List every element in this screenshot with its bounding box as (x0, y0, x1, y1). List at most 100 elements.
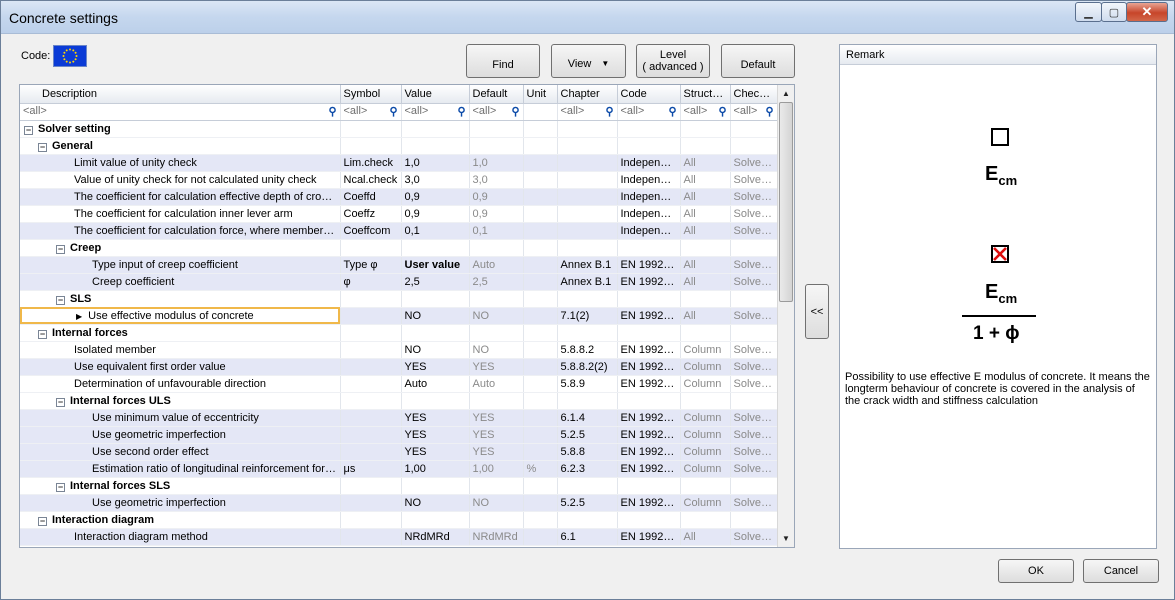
check-cell[interactable]: Solver ... (730, 494, 778, 512)
default-cell[interactable]: 3,0 (469, 171, 524, 189)
struct-cell[interactable]: All (680, 528, 731, 546)
table-row[interactable]: The coefficient for calculation force, w… (20, 222, 778, 240)
column-header-code[interactable]: Code (617, 85, 681, 104)
unit-cell[interactable] (523, 409, 558, 427)
value-cell[interactable]: NRdMRd (401, 528, 470, 546)
group-row[interactable]: − Internal forces (20, 324, 778, 342)
table-row[interactable]: Isolated member NO NO 5.8.8.2 EN 1992-1-1 Col… (20, 341, 778, 359)
value-cell[interactable]: YES (401, 358, 470, 376)
search-icon[interactable]: ⚲ (718, 105, 726, 118)
chapter-cell[interactable]: Annex B.1 (557, 273, 618, 291)
collapse-minus-icon[interactable]: − (38, 516, 47, 526)
check-cell[interactable]: Solver ... (730, 375, 778, 393)
group-row[interactable]: − General (20, 137, 778, 155)
check-cell[interactable]: Solver ... (730, 171, 778, 189)
symbol-cell[interactable] (340, 494, 402, 512)
struct-cell[interactable]: All (680, 307, 731, 325)
value-cell[interactable]: NO (401, 341, 470, 359)
table-row[interactable]: Interaction diagram method NRdMRd NRdMRd 6.… (20, 528, 778, 546)
check-cell[interactable]: Solver ... (730, 154, 778, 172)
group-row[interactable]: − Interaction diagram (20, 511, 778, 529)
description-cell[interactable]: Type input of creep coefficient (20, 256, 341, 274)
column-header-chapter[interactable]: Chapter (557, 85, 618, 104)
symbol-cell[interactable]: Lim.check (340, 154, 402, 172)
unit-cell[interactable] (523, 341, 558, 359)
search-icon[interactable]: ⚲ (389, 105, 397, 118)
description-cell[interactable]: − Internal forces ULS (20, 392, 341, 410)
unit-cell[interactable] (523, 154, 558, 172)
table-row[interactable]: Type input of creep coefficient Type φ Use… (20, 256, 778, 274)
chapter-cell[interactable]: Annex B.1 (557, 256, 618, 274)
struct-cell[interactable]: All (680, 205, 731, 223)
description-cell[interactable]: − Solver setting (20, 120, 341, 138)
check-cell[interactable]: Solver ... (730, 256, 778, 274)
symbol-cell[interactable] (340, 426, 402, 444)
group-row[interactable]: − Internal forces SLS (20, 477, 778, 495)
search-icon[interactable]: ⚲ (457, 105, 465, 118)
group-row[interactable]: − SLS (20, 290, 778, 308)
find-button[interactable]: Find (466, 44, 540, 78)
value-cell[interactable]: NO (401, 307, 470, 325)
collapse-remark-button[interactable]: << (805, 284, 829, 339)
struct-cell[interactable]: Column (680, 426, 731, 444)
search-icon[interactable]: ⚲ (328, 105, 336, 118)
unit-cell[interactable] (523, 307, 558, 325)
unit-cell[interactable] (523, 375, 558, 393)
value-cell[interactable]: Auto (401, 375, 470, 393)
symbol-cell[interactable]: Ncal.check (340, 171, 402, 189)
value-cell[interactable]: 1,00 (401, 460, 470, 478)
description-cell[interactable]: Use minimum value of eccentricity (20, 409, 341, 427)
unit-cell[interactable] (523, 494, 558, 512)
chapter-cell[interactable] (557, 222, 618, 240)
default-cell[interactable]: Auto (469, 375, 524, 393)
value-cell[interactable]: NO (401, 494, 470, 512)
default-cell[interactable]: 2,5 (469, 273, 524, 291)
chapter-cell[interactable]: 5.2.5 (557, 494, 618, 512)
column-header-symbol[interactable]: Symbol (340, 85, 402, 104)
scrollbar-thumb[interactable] (779, 102, 793, 302)
symbol-cell[interactable] (340, 375, 402, 393)
default-button[interactable]: Default (721, 44, 795, 78)
collapse-minus-icon[interactable]: − (56, 397, 65, 407)
symbol-cell[interactable]: Coeffz (340, 205, 402, 223)
value-cell[interactable]: 0,9 (401, 205, 470, 223)
value-cell[interactable]: 0,1 (401, 222, 470, 240)
value-cell[interactable]: YES (401, 426, 470, 444)
struct-cell[interactable]: All (680, 171, 731, 189)
chapter-cell[interactable]: 5.8.8 (557, 443, 618, 461)
collapse-minus-icon[interactable]: − (56, 244, 65, 254)
table-row[interactable]: Estimation ratio of longitudinal reinfor… (20, 460, 778, 478)
unit-cell[interactable] (523, 171, 558, 189)
unit-cell[interactable] (523, 528, 558, 546)
code-cell[interactable]: Independent (617, 222, 681, 240)
description-cell[interactable]: Determination of unfavourable direction (20, 375, 341, 393)
value-cell[interactable]: 3,0 (401, 171, 470, 189)
description-cell[interactable]: − SLS (20, 290, 341, 308)
table-row[interactable]: ▶ Use effective modulus of concrete NO NO 7.… (20, 307, 778, 325)
default-cell[interactable]: 1,00 (469, 460, 524, 478)
chapter-cell[interactable] (557, 205, 618, 223)
check-cell[interactable]: Solver ... (730, 443, 778, 461)
search-icon[interactable]: ⚲ (668, 105, 676, 118)
chapter-cell[interactable] (557, 188, 618, 206)
default-cell[interactable]: 1,0 (469, 154, 524, 172)
default-cell[interactable]: 0,9 (469, 188, 524, 206)
default-cell[interactable]: NO (469, 307, 524, 325)
struct-cell[interactable]: Column (680, 409, 731, 427)
default-cell[interactable]: 0,9 (469, 205, 524, 223)
filter-unit[interactable] (523, 103, 558, 121)
default-cell[interactable]: NO (469, 341, 524, 359)
value-cell[interactable]: 1,0 (401, 154, 470, 172)
struct-cell[interactable]: All (680, 222, 731, 240)
description-cell[interactable]: The coefficient for calculation effectiv… (20, 188, 341, 206)
check-cell[interactable]: Solver ... (730, 409, 778, 427)
search-icon[interactable]: ⚲ (605, 105, 613, 118)
description-cell[interactable]: − Internal forces SLS (20, 477, 341, 495)
filter-symbol[interactable]: <all> ⚲ (340, 103, 402, 121)
code-cell[interactable]: Independent (617, 188, 681, 206)
struct-cell[interactable]: All (680, 273, 731, 291)
table-row[interactable]: Use equivalent first order value YES YES 5.… (20, 358, 778, 376)
description-cell[interactable]: − Internal forces (20, 324, 341, 342)
description-cell[interactable]: Estimation ratio of longitudinal reinfor… (20, 460, 341, 478)
code-cell[interactable]: EN 1992-1-1 (617, 494, 681, 512)
